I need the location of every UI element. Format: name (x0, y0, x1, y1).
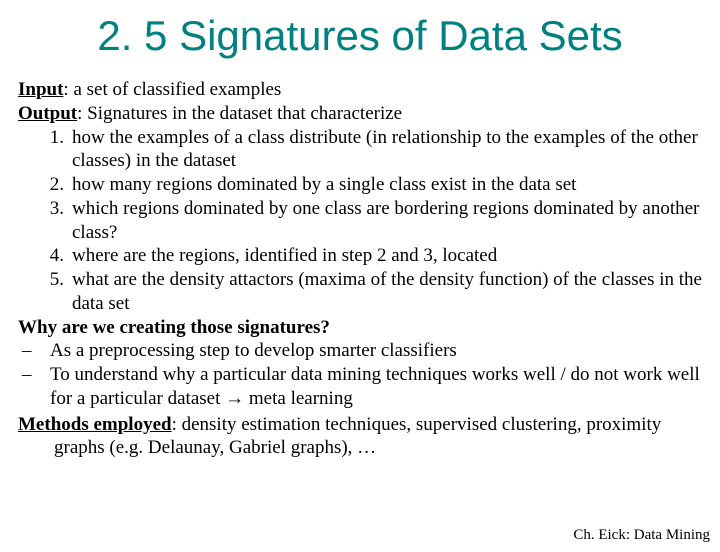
list-text: To understand why a particular data mini… (50, 363, 702, 411)
footer-text: Ch. Eick: Data Mining (573, 527, 710, 544)
list-item: 3. which regions dominated by one class … (18, 197, 702, 245)
slide-title: 2. 5 Signatures of Data Sets (0, 12, 720, 60)
output-line: Output : Signatures in the dataset that … (18, 102, 702, 126)
dash-bullet: – (18, 363, 50, 411)
list-text: what are the density attactors (maxima o… (72, 268, 702, 316)
list-number: 5. (18, 268, 72, 316)
list-item: 2. how many regions dominated by a singl… (18, 173, 702, 197)
list-item: 5. what are the density attactors (maxim… (18, 268, 702, 316)
output-text: : Signatures in the dataset that charact… (77, 102, 402, 126)
list-text: which regions dominated by one class are… (72, 197, 702, 245)
why2-part-b: meta learning (244, 388, 353, 409)
list-number: 1. (18, 126, 72, 174)
list-item: 1. how the examples of a class distribut… (18, 126, 702, 174)
input-text: : a set of classified examples (63, 78, 281, 102)
list-number: 4. (18, 244, 72, 268)
list-item: 4. where are the regions, identified in … (18, 244, 702, 268)
dash-list: – As a preprocessing step to develop sma… (18, 339, 702, 410)
methods-label: Methods employed (18, 414, 172, 435)
slide: 2. 5 Signatures of Data Sets Input : a s… (0, 12, 720, 552)
input-line: Input : a set of classified examples (18, 78, 702, 102)
list-text: how the examples of a class distribute (… (72, 126, 702, 174)
why2-part-a: To understand why a particular data mini… (50, 364, 700, 409)
list-item: – To understand why a particular data mi… (18, 363, 702, 411)
input-label: Input (18, 78, 63, 102)
list-number: 2. (18, 173, 72, 197)
arrow-icon: → (225, 388, 244, 409)
dash-bullet: – (18, 339, 50, 363)
output-label: Output (18, 102, 77, 126)
numbered-list: 1. how the examples of a class distribut… (18, 126, 702, 316)
methods-line: Methods employed: density estimation tec… (18, 413, 702, 461)
list-number: 3. (18, 197, 72, 245)
why-heading: Why are we creating those signatures? (18, 316, 702, 340)
list-text: where are the regions, identified in ste… (72, 244, 702, 268)
list-item: – As a preprocessing step to develop sma… (18, 339, 702, 363)
list-text: how many regions dominated by a single c… (72, 173, 702, 197)
list-text: As a preprocessing step to develop smart… (50, 339, 702, 363)
slide-content: Input : a set of classified examples Out… (0, 78, 720, 460)
